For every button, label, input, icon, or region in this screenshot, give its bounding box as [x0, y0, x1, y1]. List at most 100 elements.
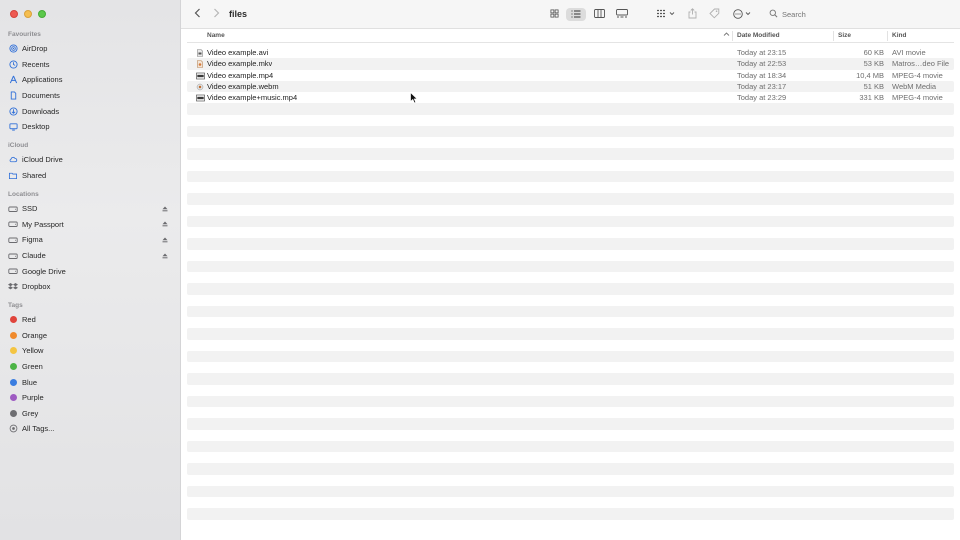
empty-row	[187, 373, 954, 385]
column-header-kind[interactable]: Kind	[892, 29, 906, 43]
sidebar-item-tag-orange[interactable]: Orange	[0, 328, 181, 344]
file-kind: Matros…deo File	[892, 59, 950, 69]
toolbar: files	[181, 0, 960, 29]
file-kind: WebM Media	[892, 81, 937, 91]
eject-icon[interactable]	[161, 236, 169, 244]
empty-row	[187, 475, 954, 486]
sidebar-item-dropbox[interactable]: Dropbox	[0, 279, 181, 295]
column-header-name[interactable]: Name	[207, 29, 225, 43]
sidebar-item-label: Orange	[22, 330, 48, 340]
empty-row	[187, 205, 954, 216]
sidebar-item-recents[interactable]: Recents	[0, 57, 181, 73]
column-header-date[interactable]: Date Modified	[737, 29, 780, 43]
empty-row	[187, 452, 954, 463]
sidebar-item-label: SSD	[22, 204, 38, 214]
eject-icon[interactable]	[161, 252, 169, 260]
sidebar-item-label: Grey	[22, 408, 39, 418]
file-row[interactable]: Video example.avi Today at 23:15 60 KB A…	[187, 47, 954, 58]
empty-row	[187, 317, 954, 328]
empty-row	[187, 407, 954, 418]
empty-row	[187, 295, 954, 306]
video-thumbnail-icon	[196, 72, 205, 80]
list-icon	[571, 10, 581, 20]
sidebar-item-label: Green	[22, 362, 43, 372]
sidebar-section-tags: Tags Red Orange Yellow Green Blue Purple…	[0, 300, 181, 437]
sidebar-item-claude[interactable]: Claude	[0, 248, 181, 264]
sidebar-item-label: Purple	[22, 393, 44, 403]
file-row[interactable]: Video example+music.mp4 Today at 23:29 3…	[187, 92, 954, 103]
sidebar-item-figma[interactable]: Figma	[0, 232, 181, 248]
tag-dot	[8, 408, 18, 418]
sidebar-item-tag-blue[interactable]: Blue	[0, 374, 181, 390]
action-button[interactable]	[732, 8, 754, 21]
share-button[interactable]	[686, 8, 698, 21]
sidebar-item-airdrop[interactable]: AirDrop	[0, 41, 181, 57]
file-row[interactable]: Video example.webm Today at 23:17 51 KB …	[187, 80, 954, 92]
tag-dot	[8, 393, 18, 403]
sidebar-item-label: Recents	[22, 59, 50, 69]
sidebar-item-desktop[interactable]: Desktop	[0, 119, 181, 135]
sidebar-item-tag-grey[interactable]: Grey	[0, 406, 181, 422]
icon-view-button[interactable]	[547, 8, 561, 21]
group-by-button[interactable]	[655, 8, 677, 21]
sidebar-item-label: iCloud Drive	[22, 155, 63, 165]
empty-row	[187, 485, 954, 497]
drive-icon	[8, 251, 18, 261]
tag-dot	[8, 330, 18, 340]
sidebar-section-favourites: Favourites AirDrop Recents Applications …	[0, 29, 181, 135]
sort-chevron-icon[interactable]	[723, 29, 730, 43]
sidebar-item-my-passport[interactable]: My Passport	[0, 217, 181, 233]
main-pane: files Search Name Date Modified Size Kin…	[181, 0, 960, 540]
empty-row	[187, 283, 954, 295]
tag-dot	[8, 377, 18, 387]
column-separator[interactable]	[887, 31, 888, 41]
sidebar-section-locations: Locations SSD My Passport Figma Claude G…	[0, 189, 181, 295]
sidebar-item-label: Dropbox	[22, 282, 51, 292]
column-header-size[interactable]: Size	[838, 29, 851, 43]
sidebar-item-downloads[interactable]: Downloads	[0, 103, 181, 119]
file-row[interactable]: Video example.mp4 Today at 18:34 10,4 MB…	[187, 70, 954, 81]
search-icon	[769, 9, 778, 20]
back-button[interactable]	[191, 8, 203, 20]
group-grid-icon	[656, 9, 676, 20]
empty-row	[187, 508, 954, 520]
sidebar-item-applications[interactable]: Applications	[0, 72, 181, 88]
close-button[interactable]	[10, 10, 18, 18]
empty-row	[187, 395, 954, 407]
empty-row	[187, 328, 954, 340]
sidebar-item-shared[interactable]: Shared	[0, 168, 181, 184]
search-input[interactable]	[782, 9, 942, 19]
sidebar-item-all-tags[interactable]: All Tags...	[0, 421, 181, 437]
fullscreen-button[interactable]	[38, 10, 46, 18]
gallery-view-button[interactable]	[615, 8, 629, 21]
sidebar-item-ssd[interactable]: SSD	[0, 201, 181, 217]
sidebar-item-label: Yellow	[22, 346, 44, 356]
sidebar-item-icloud-drive[interactable]: iCloud Drive	[0, 152, 181, 168]
empty-row	[187, 385, 954, 396]
more-options-icon	[733, 8, 753, 21]
list-view-button[interactable]	[566, 8, 586, 21]
empty-row	[187, 260, 954, 272]
minimize-button[interactable]	[24, 10, 32, 18]
forward-button[interactable]	[210, 8, 222, 20]
chevron-left-icon	[194, 8, 201, 20]
search-field[interactable]	[769, 6, 955, 22]
empty-row	[187, 137, 954, 148]
download-icon	[8, 106, 18, 116]
tag-button[interactable]	[708, 8, 720, 21]
column-separator[interactable]	[833, 31, 834, 41]
sidebar-item-google-drive[interactable]: Google Drive	[0, 263, 181, 279]
sidebar-item-tag-purple[interactable]: Purple	[0, 390, 181, 406]
column-view-button[interactable]	[592, 8, 606, 21]
sidebar-item-tag-yellow[interactable]: Yellow	[0, 343, 181, 359]
empty-row	[187, 170, 954, 182]
empty-row	[187, 227, 954, 238]
eject-icon[interactable]	[161, 205, 169, 213]
sidebar-item-documents[interactable]: Documents	[0, 88, 181, 104]
column-separator[interactable]	[732, 31, 733, 41]
empty-row	[187, 238, 954, 250]
sidebar-item-tag-red[interactable]: Red	[0, 312, 181, 328]
file-row[interactable]: Video example.mkv Today at 22:53 53 KB M…	[187, 58, 954, 70]
eject-icon[interactable]	[161, 220, 169, 228]
sidebar-item-tag-green[interactable]: Green	[0, 359, 181, 375]
